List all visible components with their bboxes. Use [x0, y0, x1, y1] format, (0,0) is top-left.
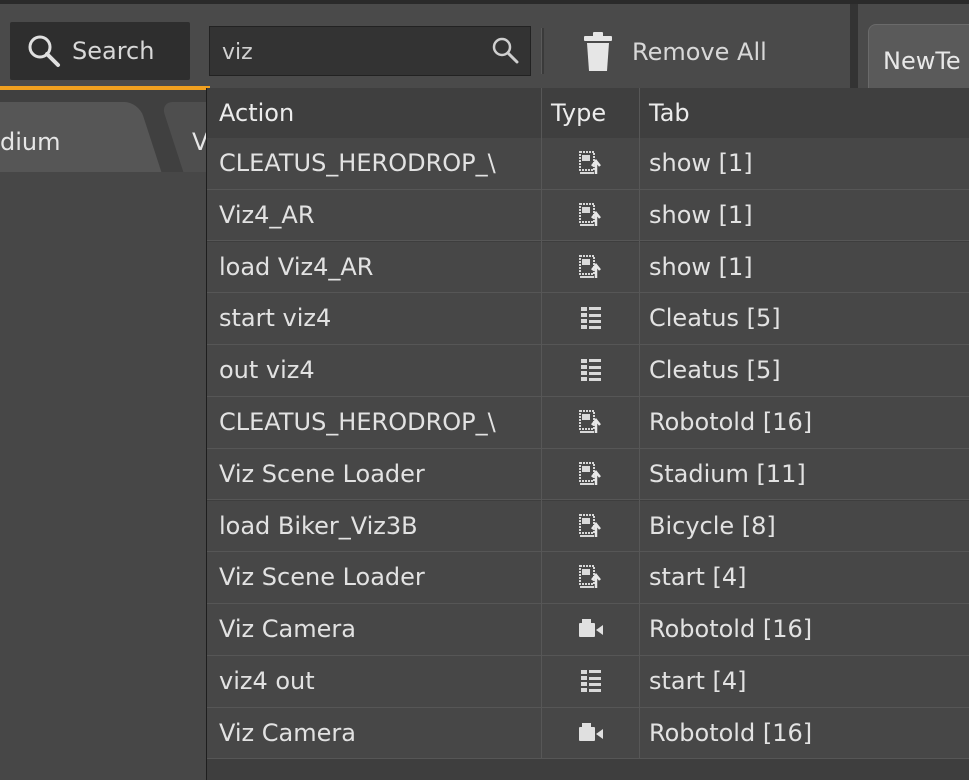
table-row[interactable]: Viz Scene Loader start [4]: [207, 552, 969, 604]
table-row[interactable]: viz4 out start [4]: [207, 656, 969, 708]
table-row[interactable]: load Biker_Viz3B Bicycle [8]: [207, 500, 969, 553]
column-divider[interactable]: [541, 88, 542, 758]
action-cell: load Biker_Viz3B: [219, 511, 418, 540]
sequence-icon: [541, 293, 641, 343]
tab-cell: Robotold [16]: [649, 615, 813, 644]
tab-cell: Stadium [11]: [649, 459, 806, 488]
toolbar: Search Remove All NewTe: [0, 0, 969, 92]
results-header: Action Type Tab: [207, 88, 969, 139]
tab-new[interactable]: NewTe: [868, 24, 969, 90]
column-header-tab[interactable]: Tab: [649, 88, 690, 138]
scene-load-icon: [541, 501, 641, 551]
scene-load-icon: [541, 190, 641, 240]
action-cell: Viz4_AR: [219, 200, 315, 229]
action-cell: viz4 out: [219, 667, 315, 695]
column-divider[interactable]: [639, 88, 640, 758]
search-results-dropdown: Action Type Tab CLEATUS_HERODROP_\show […: [206, 88, 969, 780]
tab-cell: show [1]: [649, 252, 753, 281]
sequence-icon: [541, 656, 641, 706]
action-cell: Viz Scene Loader: [219, 459, 425, 488]
column-header-action[interactable]: Action: [219, 88, 294, 138]
remove-all-label: Remove All: [632, 38, 767, 66]
table-row[interactable]: Viz Scene Loader Stadium [11]: [207, 448, 969, 501]
action-cell: CLEATUS_HERODROP_\: [219, 408, 496, 436]
left-panel: dium V: [0, 90, 244, 780]
search-input[interactable]: [210, 27, 494, 77]
scene-load-icon: [541, 552, 641, 602]
tab-stadium-label: dium: [0, 128, 61, 156]
action-cell: Viz Scene Loader: [219, 563, 425, 592]
table-row[interactable]: Viz Camera Robotold [16]: [207, 707, 969, 760]
panel-splitter[interactable]: [850, 4, 858, 92]
scene-load-icon: [541, 397, 641, 447]
remove-all-button[interactable]: Remove All: [570, 26, 830, 78]
camera-icon: [541, 708, 641, 758]
toolbar-divider: [541, 28, 544, 74]
tab-new-label: NewTe: [883, 47, 961, 75]
tab-strip: dium V: [0, 90, 244, 172]
tab-cell: show [1]: [649, 149, 753, 177]
table-row[interactable]: Viz Camera Robotold [16]: [207, 604, 969, 656]
tab-cell: start [4]: [649, 563, 747, 592]
tab-cell: Cleatus [5]: [649, 356, 781, 385]
tab-cell: Bicycle [8]: [649, 511, 776, 540]
scene-load-icon: [541, 449, 641, 499]
search-button-label: Search: [72, 37, 155, 65]
tab-cell: Cleatus [5]: [649, 304, 781, 333]
magnifier-icon[interactable]: [490, 35, 520, 65]
tab-second-label: V: [192, 128, 206, 156]
table-row[interactable]: out viz4 Cleatus [5]: [207, 345, 969, 397]
search-field[interactable]: [209, 26, 531, 77]
tab-cell: show [1]: [649, 200, 753, 229]
action-cell: CLEATUS_HERODROP_\: [219, 149, 496, 177]
table-row[interactable]: CLEATUS_HERODROP_\ Robotold [16]: [207, 397, 969, 449]
search-icon: [28, 35, 60, 67]
left-panel-body: [0, 172, 206, 780]
action-cell: out viz4: [219, 356, 315, 385]
trash-icon: [584, 32, 612, 71]
sequence-icon: [541, 345, 641, 395]
action-cell: load Viz4_AR: [219, 252, 374, 281]
action-cell: Viz Camera: [219, 718, 356, 747]
camera-icon: [541, 604, 641, 654]
action-cell: Viz Camera: [219, 615, 356, 644]
table-row[interactable]: Viz4_AR show [1]: [207, 189, 969, 242]
table-row[interactable]: start viz4 Cleatus [5]: [207, 293, 969, 345]
tab-cell: Robotold [16]: [649, 718, 813, 747]
table-row[interactable]: load Viz4_AR show [1]: [207, 241, 969, 294]
action-cell: start viz4: [219, 304, 332, 333]
column-header-type[interactable]: Type: [551, 88, 606, 138]
scene-load-icon: [541, 242, 641, 292]
tab-cell: start [4]: [649, 667, 747, 695]
scene-load-icon: [541, 138, 641, 188]
tab-cell: Robotold [16]: [649, 408, 813, 436]
table-row[interactable]: CLEATUS_HERODROP_\ show [1]: [207, 138, 969, 190]
search-button[interactable]: Search: [10, 22, 190, 80]
